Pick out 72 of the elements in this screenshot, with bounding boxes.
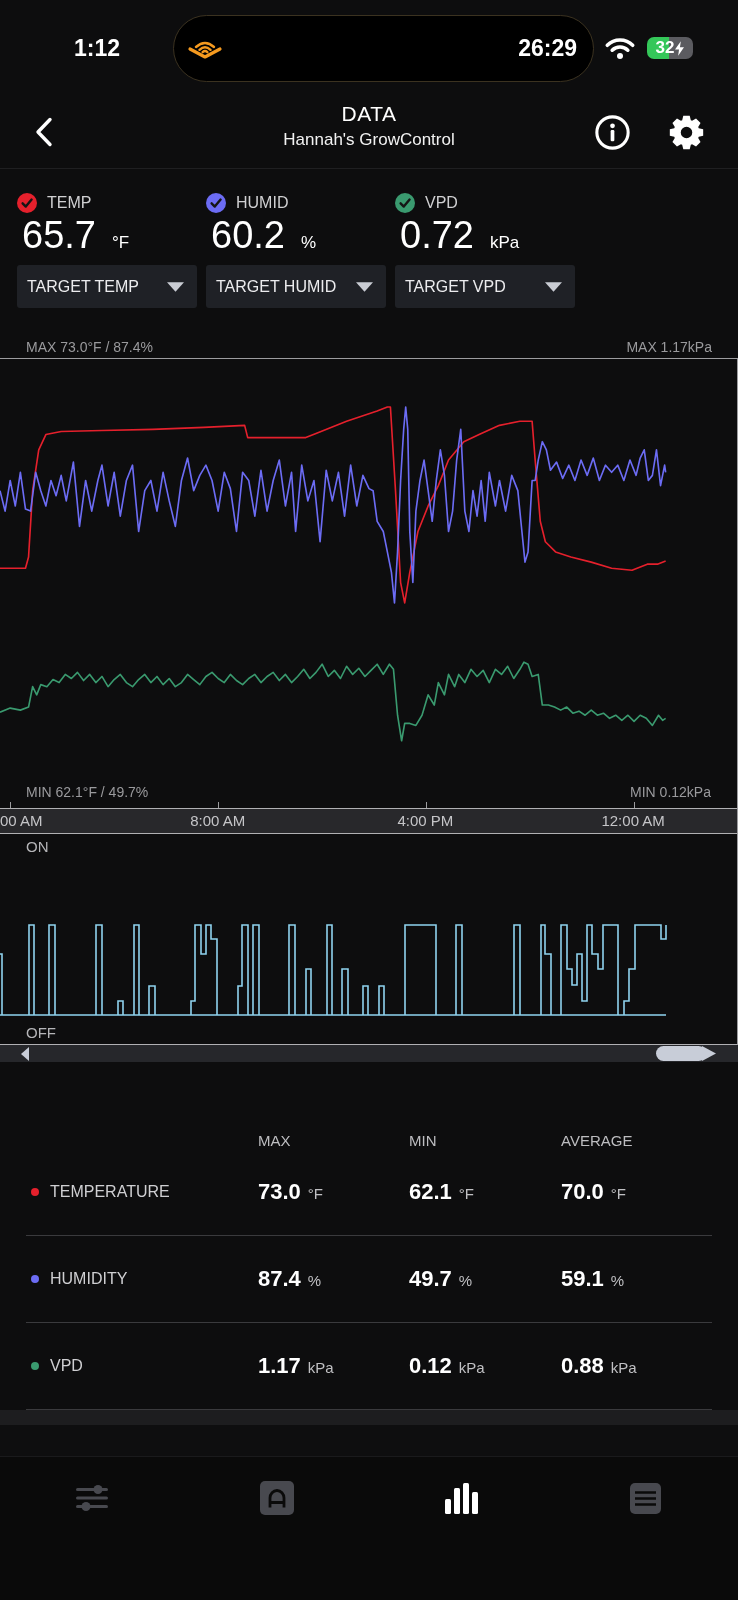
- scrollbar-thumb[interactable]: [656, 1046, 716, 1061]
- caret-icon: [545, 281, 562, 292]
- chevron-left-icon: [34, 117, 53, 147]
- caret-icon: [167, 281, 184, 292]
- stat-unit: %: [610, 1272, 625, 1289]
- stat-value: 0.88: [561, 1353, 604, 1379]
- reading-unit: °F: [111, 233, 130, 253]
- time-label: 4:00 PM: [396, 811, 455, 831]
- column-header: MIN: [409, 1131, 438, 1149]
- settings-icon: [669, 114, 704, 150]
- target-dropdown[interactable]: TARGET HUMID: [206, 265, 386, 308]
- reading-unit: kPa: [489, 233, 520, 253]
- stat-value: 62.1: [409, 1179, 452, 1205]
- stat-unit: %: [307, 1272, 322, 1289]
- min-label: MIN 62.1°F / 49.7%: [26, 784, 149, 800]
- bolt-icon: [675, 40, 685, 56]
- status-time: 1:12: [73, 34, 122, 62]
- device-name: Hannah's GrowControl: [283, 128, 455, 150]
- info-button[interactable]: [595, 114, 630, 150]
- stat-unit: kPa: [307, 1359, 334, 1376]
- row-label: TEMPERATURE: [50, 1183, 170, 1201]
- stat-value: 73.0: [258, 1179, 301, 1205]
- caret-icon: [356, 281, 373, 292]
- target-dropdown[interactable]: TARGET TEMP: [17, 265, 197, 308]
- column-header: AVERAGE: [561, 1131, 634, 1149]
- stat-value: 0.12: [409, 1353, 452, 1379]
- row-label: HUMIDITY: [50, 1270, 128, 1288]
- time-label: 12:00 AM: [600, 811, 666, 831]
- arch-tile-icon: [259, 1481, 294, 1515]
- stat-value: 70.0: [561, 1179, 604, 1205]
- info-icon: [595, 114, 630, 150]
- time-label: 8:00 AM: [189, 811, 247, 831]
- reading-value: 0.72: [400, 213, 474, 257]
- target-dropdown[interactable]: TARGET VPD: [395, 265, 575, 308]
- timer-text: 26:29: [518, 34, 577, 62]
- series-checkbox[interactable]: [206, 193, 226, 213]
- settings-button[interactable]: [669, 114, 704, 150]
- stat-value: 1.17: [258, 1353, 301, 1379]
- wifi-icon: [604, 36, 636, 60]
- stat-unit: °F: [307, 1185, 323, 1202]
- reading-value: 60.2: [211, 213, 285, 257]
- state-label: OFF: [25, 1023, 57, 1043]
- row-label: VPD: [50, 1357, 83, 1375]
- reading-value: 65.7: [22, 213, 96, 257]
- list-tile-icon: [630, 1483, 662, 1514]
- column-header: MAX: [258, 1131, 292, 1149]
- bar-chart-icon: [444, 1483, 478, 1514]
- max-label: MAX 73.0°F / 87.4%: [26, 338, 153, 355]
- battery-percent: 32: [655, 37, 675, 59]
- nav-tab[interactable]: [444, 1481, 478, 1514]
- series-label: TEMP: [47, 194, 92, 212]
- stat-unit: %: [458, 1272, 473, 1289]
- stat-unit: kPa: [610, 1359, 637, 1376]
- sliders-icon: [76, 1485, 109, 1511]
- series-checkbox[interactable]: [395, 193, 415, 213]
- stat-unit: °F: [458, 1185, 474, 1202]
- max-label: MAX 1.17kPa: [626, 338, 712, 355]
- stat-unit: kPa: [458, 1359, 485, 1376]
- page-title: DATA: [341, 100, 397, 126]
- stat-unit: °F: [610, 1185, 626, 1202]
- time-label: 00 AM: [0, 811, 44, 831]
- series-checkbox[interactable]: [17, 193, 37, 213]
- series-label: VPD: [425, 194, 458, 212]
- scroll-left-icon[interactable]: [21, 1046, 29, 1061]
- back-button[interactable]: [34, 117, 53, 147]
- stat-value: 49.7: [409, 1266, 452, 1292]
- stat-value: 59.1: [561, 1266, 604, 1292]
- reading-unit: %: [300, 233, 317, 253]
- state-label: ON: [25, 837, 50, 857]
- min-label: MIN 0.12kPa: [630, 784, 711, 800]
- stat-value: 87.4: [258, 1266, 301, 1292]
- series-label: HUMID: [236, 194, 289, 212]
